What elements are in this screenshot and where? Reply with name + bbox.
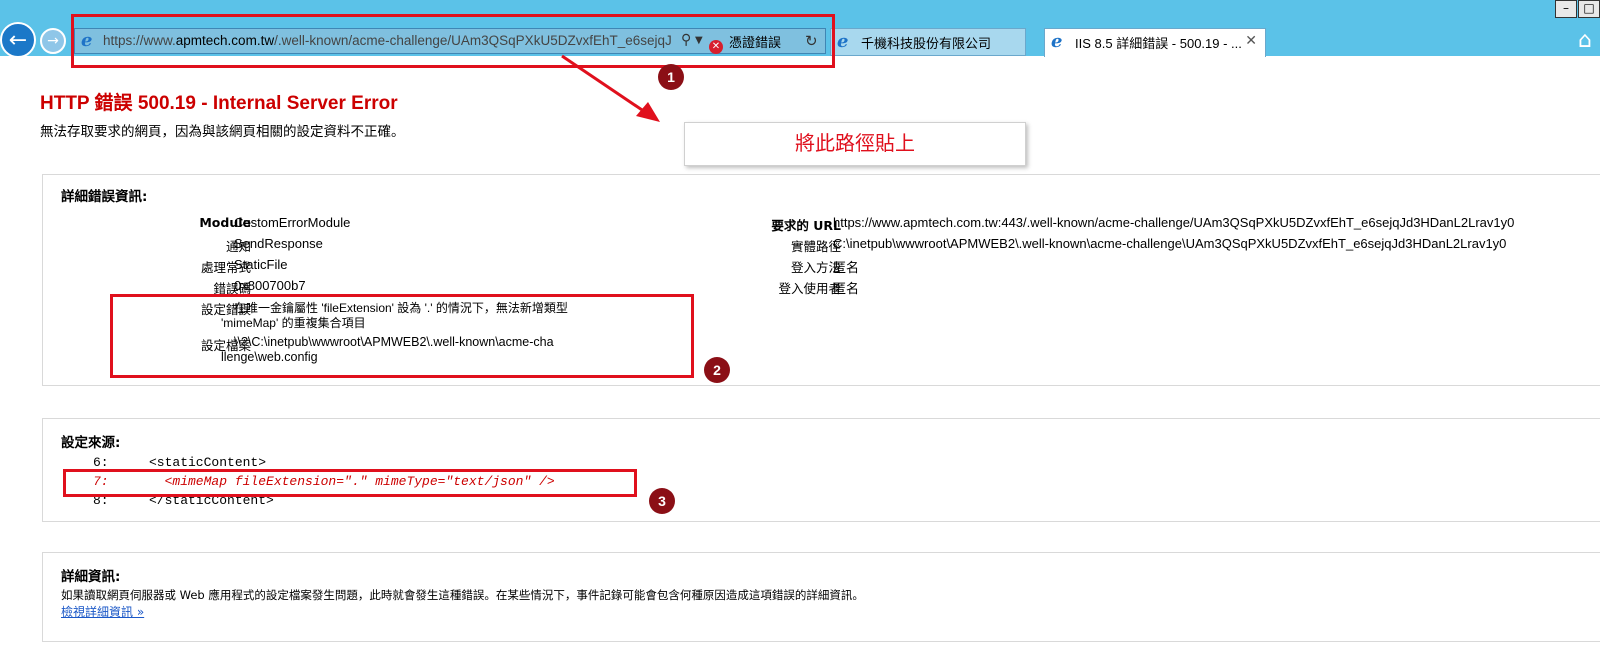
detail-label-logon-user: 登入使用者 <box>778 281 841 296</box>
detail-value-physical-path: C:\inetpub\wwwroot\APMWEB2\.well-known\a… <box>833 236 1507 251</box>
detail-value-error-code: 0x800700b7 <box>234 278 306 293</box>
page-title: HTTP 錯誤 500.19 - Internal Server Error <box>40 93 398 114</box>
more-info-heading: 詳細資訊: <box>61 569 121 585</box>
detail-value-handler: StaticFile <box>234 257 288 272</box>
detail-value-notification: SendResponse <box>234 236 323 251</box>
config-source-heading: 設定來源: <box>61 435 121 451</box>
detail-label-request-url: 要求的 URL <box>771 218 841 233</box>
annotation-box-3 <box>63 469 637 497</box>
annotation-badge-3: 3 <box>649 488 675 514</box>
more-info-text: 如果讀取網頁伺服器或 Web 應用程式的設定檔案發生問題，此時就會發生這種錯誤。… <box>61 588 864 602</box>
annotation-badge-2: 2 <box>704 357 730 383</box>
detail-value-logon-method: 匿名 <box>833 260 860 275</box>
view-more-info-link[interactable]: 檢視詳細資訊 » <box>61 603 144 620</box>
code-line-number: 6: <box>93 455 109 470</box>
page-subtitle: 無法存取要求的網頁，因為與該網頁相關的設定資料不正確。 <box>40 124 405 140</box>
detail-heading: 詳細錯誤資訊: <box>61 189 148 205</box>
detail-value-module: CustomErrorModule <box>234 215 351 230</box>
detail-value-request-url: https://www.apmtech.com.tw:443/.well-kno… <box>833 215 1515 230</box>
detail-value-logon-user: 匿名 <box>833 281 860 296</box>
code-line: <staticContent> <box>149 455 267 470</box>
paste-path-callout: 將此路徑貼上 <box>684 122 1026 166</box>
more-info-panel: 詳細資訊: 如果讀取網頁伺服器或 Web 應用程式的設定檔案發生問題，此時就會發… <box>42 552 1600 642</box>
annotation-box-2 <box>110 294 694 378</box>
